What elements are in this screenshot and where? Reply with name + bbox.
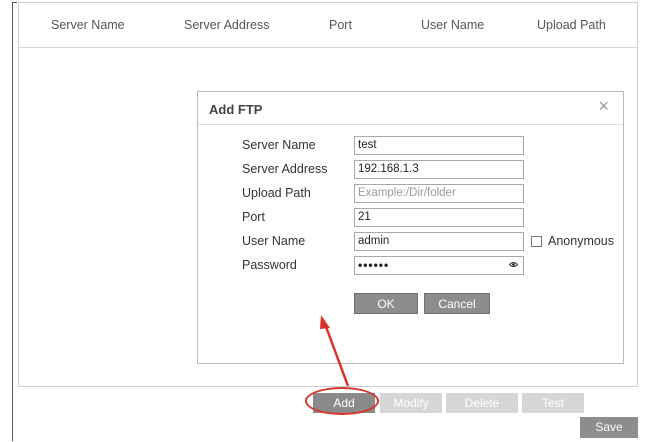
ok-button[interactable]: OK xyxy=(354,293,418,314)
password-input[interactable]: •••••• xyxy=(354,256,524,275)
password-value: •••••• xyxy=(358,258,390,272)
port-label: Port xyxy=(242,210,265,224)
delete-button[interactable]: Delete xyxy=(446,393,518,413)
annotation-arrow xyxy=(320,315,350,387)
user-name-label: User Name xyxy=(242,234,306,248)
server-address-label: Server Address xyxy=(242,162,328,176)
server-name-input[interactable]: test xyxy=(354,136,524,155)
password-reveal-icon[interactable] xyxy=(508,258,519,275)
modify-button[interactable]: Modify xyxy=(380,393,442,413)
user-name-input[interactable]: admin xyxy=(354,232,524,251)
server-name-label: Server Name xyxy=(242,138,316,152)
upload-path-input[interactable]: Example:/Dir/folder xyxy=(354,184,524,203)
anonymous-label[interactable]: Anonymous xyxy=(548,234,614,248)
page-edge-bracket xyxy=(12,2,17,441)
column-header-upload-path[interactable]: Upload Path xyxy=(537,18,606,32)
port-input[interactable]: 21 xyxy=(354,208,524,227)
column-header-server-name[interactable]: Server Name xyxy=(51,18,125,32)
test-button[interactable]: Test xyxy=(522,393,584,413)
anonymous-checkbox[interactable] xyxy=(531,236,542,247)
annotation-arrow-head xyxy=(320,315,330,329)
column-header-port[interactable]: Port xyxy=(329,18,352,32)
cancel-button[interactable]: Cancel xyxy=(424,293,490,314)
annotation-arrow-shaft xyxy=(323,323,350,387)
server-address-input[interactable]: 192.168.1.3 xyxy=(354,160,524,179)
dialog-header: Add FTP × xyxy=(198,92,623,125)
column-header-user-name[interactable]: User Name xyxy=(421,18,484,32)
password-label: Password xyxy=(242,258,297,272)
save-button[interactable]: Save xyxy=(580,417,638,438)
upload-path-label: Upload Path xyxy=(242,186,311,200)
close-icon[interactable]: × xyxy=(598,96,609,116)
add-ftp-dialog: Add FTP × Server Name test Server Addres… xyxy=(197,91,624,364)
column-header-server-address[interactable]: Server Address xyxy=(184,18,269,32)
table-header: Server Name Server Address Port User Nam… xyxy=(19,3,637,48)
dialog-title: Add FTP xyxy=(209,102,263,117)
